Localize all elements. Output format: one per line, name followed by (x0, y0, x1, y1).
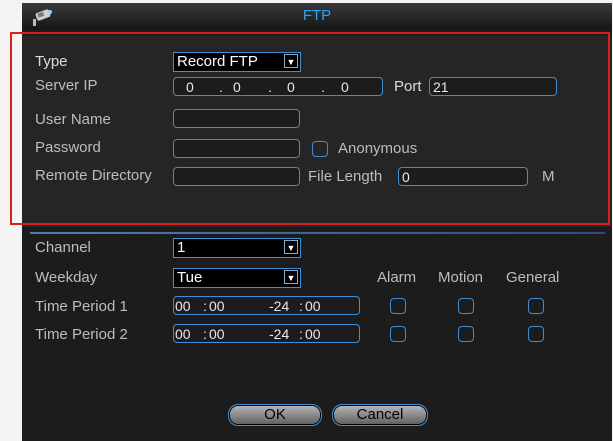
password-label: Password (35, 139, 101, 156)
ok-button[interactable]: OK (228, 404, 322, 426)
top-divider (30, 32, 605, 34)
server-ip-label: Server IP (35, 77, 98, 94)
remote-directory-label: Remote Directory (35, 167, 152, 184)
end-minute[interactable]: 00 (305, 326, 321, 342)
start-minute[interactable]: 00 (209, 326, 225, 342)
dialog-title: FTP (302, 7, 332, 24)
weekday-value: Tue (177, 269, 203, 286)
ip-dot: . (268, 79, 272, 95)
user-name-field[interactable] (173, 109, 300, 128)
remote-directory-field[interactable] (173, 167, 300, 186)
ftp-settings-panel (22, 35, 612, 227)
chevron-down-icon[interactable]: ▼ (284, 240, 298, 254)
anonymous-checkbox[interactable] (312, 141, 328, 157)
period-2-alarm-checkbox[interactable] (390, 326, 406, 342)
ip-octet-3[interactable]: 0 (287, 79, 295, 95)
column-motion: Motion (438, 269, 484, 286)
time-period-2-label: Time Period 2 (35, 326, 128, 343)
ip-octet-4[interactable]: 0 (341, 79, 349, 95)
start-hour[interactable]: 00 (175, 298, 191, 314)
channel-label: Channel (35, 239, 91, 256)
start-hour[interactable]: 00 (175, 326, 191, 342)
period-1-general-checkbox[interactable] (528, 298, 544, 314)
channel-select[interactable]: 1 ▼ (173, 238, 301, 258)
type-select[interactable]: Record FTP ▼ (173, 52, 301, 72)
start-minute[interactable]: 00 (209, 298, 225, 314)
chevron-down-icon[interactable]: ▼ (284, 54, 298, 68)
column-general: General (506, 269, 560, 286)
port-label: Port (394, 78, 422, 95)
time-sep: : (299, 298, 303, 314)
time-sep: : (203, 298, 207, 314)
ip-dot: . (321, 79, 325, 95)
file-length-field[interactable]: 0 (398, 167, 528, 186)
section-divider (30, 232, 605, 234)
type-value: Record FTP (177, 53, 258, 70)
period-2-motion-checkbox[interactable] (458, 326, 474, 342)
period-1-motion-checkbox[interactable] (458, 298, 474, 314)
time-sep: : (299, 326, 303, 342)
time-period-1-field[interactable]: 00 : 00 -24 : 00 (173, 296, 360, 315)
file-length-unit: M (542, 168, 555, 185)
port-value: 21 (433, 79, 449, 95)
port-field[interactable]: 21 (429, 77, 557, 96)
end-minute[interactable]: 00 (305, 298, 321, 314)
time-sep: : (203, 326, 207, 342)
user-name-label: User Name (35, 111, 111, 128)
chevron-down-icon[interactable]: ▼ (284, 270, 298, 284)
period-1-alarm-checkbox[interactable] (390, 298, 406, 314)
weekday-label: Weekday (35, 269, 98, 286)
type-label: Type (35, 53, 68, 70)
weekday-select[interactable]: Tue ▼ (173, 268, 301, 288)
ip-octet-2[interactable]: 0 (233, 79, 241, 95)
column-alarm: Alarm (377, 269, 417, 286)
title-bar: FTP (22, 3, 612, 30)
cancel-button[interactable]: Cancel (332, 404, 428, 426)
end-hour[interactable]: -24 (269, 326, 289, 342)
server-ip-field[interactable]: 0 . 0 . 0 . 0 (173, 77, 383, 96)
end-hour[interactable]: -24 (269, 298, 289, 314)
channel-value: 1 (177, 239, 186, 256)
ftp-dialog: FTP Type Record FTP ▼ Server IP 0 . 0 . … (22, 3, 612, 441)
period-2-general-checkbox[interactable] (528, 326, 544, 342)
password-field[interactable] (173, 139, 300, 158)
ip-dot: . (219, 79, 223, 95)
time-period-2-field[interactable]: 00 : 00 -24 : 00 (173, 324, 360, 343)
anonymous-label: Anonymous (338, 140, 418, 157)
time-period-1-label: Time Period 1 (35, 298, 128, 315)
ip-octet-1[interactable]: 0 (186, 79, 194, 95)
file-length-label: File Length (308, 168, 383, 185)
file-length-value: 0 (402, 169, 410, 185)
